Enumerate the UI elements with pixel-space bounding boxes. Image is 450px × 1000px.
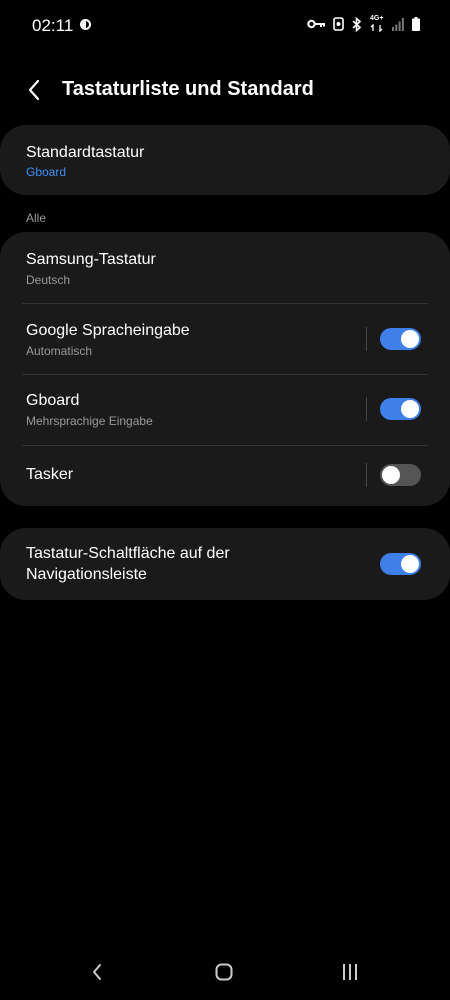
back-button[interactable] bbox=[18, 74, 50, 106]
default-keyboard-label: Standardtastatur bbox=[26, 144, 145, 161]
gboard-toggle[interactable] bbox=[380, 398, 421, 420]
toggle-knob bbox=[382, 466, 400, 484]
separator bbox=[366, 397, 367, 421]
separator bbox=[366, 463, 367, 487]
nav-keyboard-button-toggle[interactable] bbox=[380, 553, 421, 575]
google-voice-toggle[interactable] bbox=[380, 328, 421, 350]
bluetooth-icon bbox=[352, 16, 362, 32]
keyboard-list-card: Samsung-Tastatur Deutsch Google Sprachei… bbox=[0, 232, 450, 506]
keyboard-item-tasker[interactable]: Tasker bbox=[0, 446, 450, 506]
keyboard-item-title: Samsung-Tastatur bbox=[26, 251, 156, 268]
network-icon: 4G+ bbox=[370, 15, 384, 32]
chevron-left-icon bbox=[28, 79, 40, 101]
nav-keyboard-button-card[interactable]: Tastatur-Schaltfläche auf der Navigation… bbox=[0, 528, 450, 600]
app-header: Tastaturliste und Standard bbox=[0, 68, 450, 112]
keyboard-item-subtitle: Mehrsprachige Eingabe bbox=[26, 414, 153, 428]
toggle-knob bbox=[401, 400, 419, 418]
toggle-knob bbox=[401, 330, 419, 348]
nav-recents-button[interactable] bbox=[335, 958, 365, 986]
home-icon bbox=[215, 963, 233, 981]
network-label: 4G+ bbox=[370, 15, 384, 22]
status-time: 02:11 bbox=[32, 16, 74, 35]
back-icon bbox=[93, 964, 101, 980]
status-bar: 02:11 4G+ bbox=[0, 0, 450, 50]
nav-back-button[interactable] bbox=[82, 958, 112, 986]
nav-keyboard-button-line2: Navigationsleiste bbox=[26, 566, 147, 583]
keyboard-item-title: Gboard bbox=[26, 392, 80, 409]
keyboard-item-samsung[interactable]: Samsung-Tastatur Deutsch bbox=[0, 232, 450, 303]
separator bbox=[366, 327, 367, 351]
keyboard-item-title: Tasker bbox=[26, 466, 74, 483]
signal-icon bbox=[392, 17, 404, 31]
default-keyboard-value: Gboard bbox=[26, 165, 67, 179]
key-icon bbox=[307, 18, 325, 30]
keyboard-item-gboard[interactable]: Gboard Mehrsprachige Eingabe bbox=[0, 375, 450, 445]
status-icons: 4G+ bbox=[307, 15, 420, 32]
toggle-knob bbox=[401, 555, 419, 573]
brightness-icon bbox=[80, 19, 91, 30]
section-label: Alle bbox=[26, 211, 47, 225]
shield-icon bbox=[333, 17, 344, 31]
keyboard-item-subtitle: Deutsch bbox=[26, 273, 71, 287]
default-keyboard-card[interactable]: Standardtastatur Gboard bbox=[0, 125, 450, 195]
recents-icon bbox=[343, 964, 357, 980]
keyboard-item-subtitle: Automatisch bbox=[26, 344, 93, 358]
tasker-toggle[interactable] bbox=[380, 464, 421, 486]
page-title: Tastaturliste und Standard bbox=[62, 78, 314, 100]
keyboard-item-title: Google Spracheingabe bbox=[26, 322, 190, 339]
nav-home-button[interactable] bbox=[209, 958, 239, 986]
system-nav-bar bbox=[0, 944, 450, 1000]
nav-keyboard-button-line1: Tastatur-Schaltfläche auf der bbox=[26, 545, 230, 562]
keyboard-item-google-voice[interactable]: Google Spracheingabe Automatisch bbox=[0, 304, 450, 374]
battery-icon bbox=[412, 17, 420, 31]
